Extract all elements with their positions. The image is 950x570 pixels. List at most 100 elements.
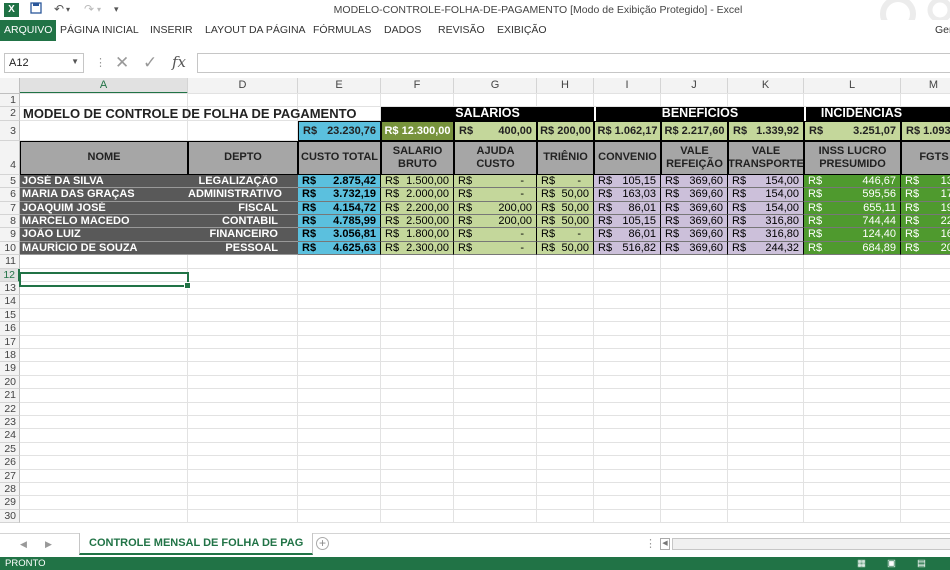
- employee-refeicao[interactable]: R$ 369,60: [661, 188, 728, 202]
- column-header-d[interactable]: D: [188, 78, 298, 94]
- section-salarios[interactable]: SALÁRIOS: [381, 107, 594, 121]
- employee-custo[interactable]: R$ 3.056,81: [298, 228, 381, 242]
- formula-input[interactable]: [197, 53, 950, 73]
- scroll-right-icon[interactable]: ▶: [45, 539, 52, 550]
- row-header-17[interactable]: 17: [0, 335, 20, 349]
- employee-transporte[interactable]: R$ 154,00: [728, 174, 804, 189]
- employee-inss[interactable]: R$ 655,11: [804, 201, 901, 215]
- employee-depto[interactable]: CONTABIL: [188, 215, 298, 229]
- employee-inss[interactable]: R$ 446,67: [804, 174, 901, 189]
- total-fgts[interactable]: R$ 1.093,: [901, 120, 950, 141]
- employee-bruto[interactable]: R$ 1.800,00: [381, 228, 454, 242]
- hscroll-left-icon[interactable]: ◀: [660, 538, 670, 550]
- employee-custo[interactable]: R$ 4.785,99: [298, 215, 381, 229]
- row-header-15[interactable]: 15: [0, 308, 20, 323]
- employee-transporte[interactable]: R$ 244,32: [728, 241, 804, 256]
- employee-depto[interactable]: LEGALIZAÇÃO: [188, 174, 298, 189]
- section-incidencias[interactable]: INCIDÊNCIAS: [804, 107, 950, 121]
- column-header-i[interactable]: I: [594, 78, 661, 94]
- column-header-g[interactable]: G: [454, 78, 537, 94]
- employee-ajuda[interactable]: R$ -: [454, 241, 537, 256]
- insert-function-icon[interactable]: fx: [172, 53, 186, 71]
- employee-convenio[interactable]: R$ 516,82: [594, 241, 661, 256]
- header-col-g[interactable]: AJUDA CUSTO: [454, 140, 537, 175]
- header-col-a[interactable]: NOME: [20, 140, 188, 175]
- row-header-18[interactable]: 18: [0, 349, 20, 363]
- row-header-4[interactable]: 4: [0, 140, 20, 175]
- row-header-11[interactable]: 11: [0, 255, 20, 269]
- employee-bruto[interactable]: R$ 2.000,00: [381, 188, 454, 202]
- row-header-12[interactable]: 12: [0, 268, 20, 282]
- employee-depto[interactable]: FISCAL: [188, 201, 298, 215]
- row-header-5[interactable]: 5: [0, 174, 20, 189]
- employee-trienio[interactable]: R$ 50,00: [537, 201, 594, 215]
- header-col-j[interactable]: VALE REFEIÇÃO: [661, 140, 728, 175]
- total-salario-bruto[interactable]: R$ 12.300,00: [381, 120, 454, 141]
- horizontal-scrollbar[interactable]: [672, 538, 950, 550]
- employee-trienio[interactable]: R$ 50,00: [537, 188, 594, 202]
- section-beneficios[interactable]: BENEFÍCIOS: [594, 107, 804, 121]
- row-header-25[interactable]: 25: [0, 442, 20, 457]
- employee-convenio[interactable]: R$ 105,15: [594, 215, 661, 229]
- active-cell-selection[interactable]: [19, 272, 191, 289]
- employee-depto[interactable]: PESSOAL: [188, 241, 298, 256]
- employee-trienio[interactable]: R$ -: [537, 228, 594, 242]
- employee-refeicao[interactable]: R$ 369,60: [661, 201, 728, 215]
- column-header-e[interactable]: E: [298, 78, 381, 94]
- total-custo[interactable]: R$ 23.230,76: [298, 120, 381, 141]
- row-header-20[interactable]: 20: [0, 375, 20, 390]
- total-vale-transporte[interactable]: R$ 1.339,92: [728, 120, 804, 141]
- employee-bruto[interactable]: R$ 2.500,00: [381, 215, 454, 229]
- row-header-29[interactable]: 29: [0, 496, 20, 510]
- employee-nome[interactable]: MARIA DAS GRAÇAS: [20, 188, 188, 202]
- employee-fgts[interactable]: R$ 133,: [901, 174, 950, 189]
- tab-inserir[interactable]: INSERIR: [150, 24, 193, 36]
- tab-exibicao[interactable]: EXIBIÇÃO: [497, 24, 547, 36]
- employee-inss[interactable]: R$ 595,56: [804, 188, 901, 202]
- row-header-6[interactable]: 6: [0, 188, 20, 202]
- employee-custo[interactable]: R$ 3.732,19: [298, 188, 381, 202]
- employee-ajuda[interactable]: R$ -: [454, 228, 537, 242]
- select-all-corner[interactable]: [0, 78, 20, 94]
- sheet-tab-controle-mensal[interactable]: CONTROLE MENSAL DE FOLHA DE PAG: [79, 533, 314, 555]
- row-header-10[interactable]: 10: [0, 241, 20, 256]
- tab-arquivo[interactable]: ARQUIVO: [0, 20, 57, 41]
- employee-fgts[interactable]: R$ 195,: [901, 201, 950, 215]
- employee-custo[interactable]: R$ 2.875,42: [298, 174, 381, 189]
- tab-layout-da-pagina[interactable]: LAYOUT DA PÁGINA: [205, 24, 306, 36]
- employee-ajuda[interactable]: R$ 200,00: [454, 215, 537, 229]
- tab-dados[interactable]: DADOS: [384, 24, 421, 36]
- row-header-23[interactable]: 23: [0, 416, 20, 430]
- column-header-a[interactable]: A: [20, 78, 188, 94]
- employee-depto[interactable]: FINANCEIRO: [188, 228, 298, 242]
- employee-nome[interactable]: MAURÍCIO DE SOUZA: [20, 241, 188, 256]
- column-header-m[interactable]: M: [901, 78, 950, 94]
- normal-view-icon[interactable]: ▦: [857, 557, 866, 570]
- row-header-16[interactable]: 16: [0, 322, 20, 336]
- total-convenio[interactable]: R$ 1.062,17: [594, 120, 661, 141]
- page-break-icon[interactable]: ▤: [917, 557, 926, 570]
- scroll-left-icon[interactable]: ◀: [20, 539, 27, 550]
- employee-transporte[interactable]: R$ 316,80: [728, 228, 804, 242]
- employee-nome[interactable]: JOÃO LUIZ: [20, 228, 188, 242]
- page-layout-icon[interactable]: ▣: [887, 557, 896, 570]
- employee-fgts[interactable]: R$ 222,: [901, 215, 950, 229]
- row-header-21[interactable]: 21: [0, 389, 20, 403]
- row-header-1[interactable]: 1: [0, 94, 20, 108]
- row-header-28[interactable]: 28: [0, 483, 20, 497]
- employee-ajuda[interactable]: R$ 200,00: [454, 201, 537, 215]
- row-header-24[interactable]: 24: [0, 429, 20, 443]
- header-col-d[interactable]: DEPTO: [188, 140, 298, 175]
- employee-convenio[interactable]: R$ 163,03: [594, 188, 661, 202]
- employee-trienio[interactable]: R$ 50,00: [537, 241, 594, 256]
- employee-transporte[interactable]: R$ 154,00: [728, 188, 804, 202]
- employee-nome[interactable]: JOAQUIM JOSÉ: [20, 201, 188, 215]
- total-ajuda-custo[interactable]: R$ 400,00: [454, 120, 537, 141]
- row-header-3[interactable]: 3: [0, 120, 20, 141]
- employee-convenio[interactable]: R$ 86,01: [594, 228, 661, 242]
- column-header-h[interactable]: H: [537, 78, 594, 94]
- employee-nome[interactable]: JOSÉ DA SILVA: [20, 174, 188, 189]
- employee-refeicao[interactable]: R$ 369,60: [661, 241, 728, 256]
- employee-bruto[interactable]: R$ 1.500,00: [381, 174, 454, 189]
- column-header-l[interactable]: L: [804, 78, 901, 94]
